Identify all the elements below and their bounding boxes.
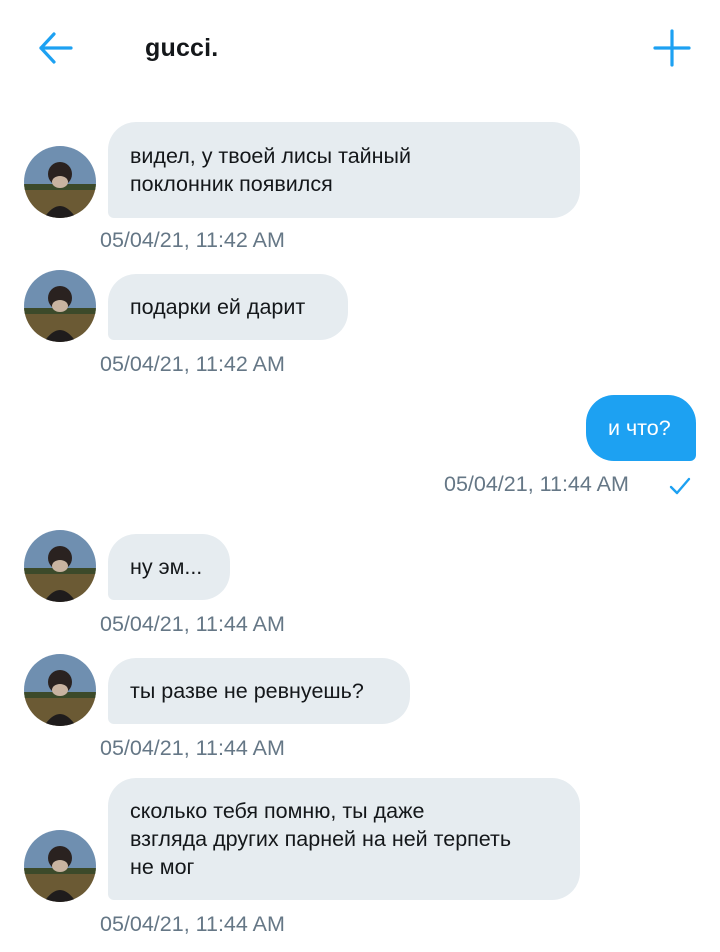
message-timestamp: 05/04/21, 11:42 AM	[100, 228, 285, 252]
conversation-title[interactable]: gucci.	[145, 34, 218, 63]
avatar[interactable]	[24, 654, 96, 726]
avatar[interactable]	[24, 270, 96, 342]
message-bubble[interactable]: ты разве не ревнуешь?	[108, 658, 410, 724]
message-bubble[interactable]: видел, у твоей лисы тайный поклонник поя…	[108, 122, 580, 218]
back-button[interactable]	[32, 26, 76, 70]
plus-icon	[653, 29, 691, 67]
avatar[interactable]	[24, 830, 96, 902]
check-icon	[669, 477, 691, 495]
message-timestamp: 05/04/21, 11:44 AM	[100, 736, 285, 760]
message-timestamp: 05/04/21, 11:42 AM	[100, 352, 285, 376]
conversation-header: gucci.	[0, 0, 720, 96]
avatar[interactable]	[24, 146, 96, 218]
message-bubble[interactable]: и что?	[586, 395, 696, 461]
add-button[interactable]	[648, 26, 696, 70]
message-timestamp: 05/04/21, 11:44 AM	[100, 912, 285, 936]
avatar[interactable]	[24, 530, 96, 602]
message-bubble[interactable]: подарки ей дарит	[108, 274, 348, 340]
message-bubble[interactable]: ну эм...	[108, 534, 230, 600]
message-timestamp: 05/04/21, 11:44 AM	[100, 612, 285, 636]
arrow-left-icon	[39, 32, 73, 64]
message-bubble[interactable]: сколько тебя помню, ты даже взгляда друг…	[108, 778, 580, 900]
message-timestamp: 05/04/21, 11:44 AM	[444, 472, 629, 496]
